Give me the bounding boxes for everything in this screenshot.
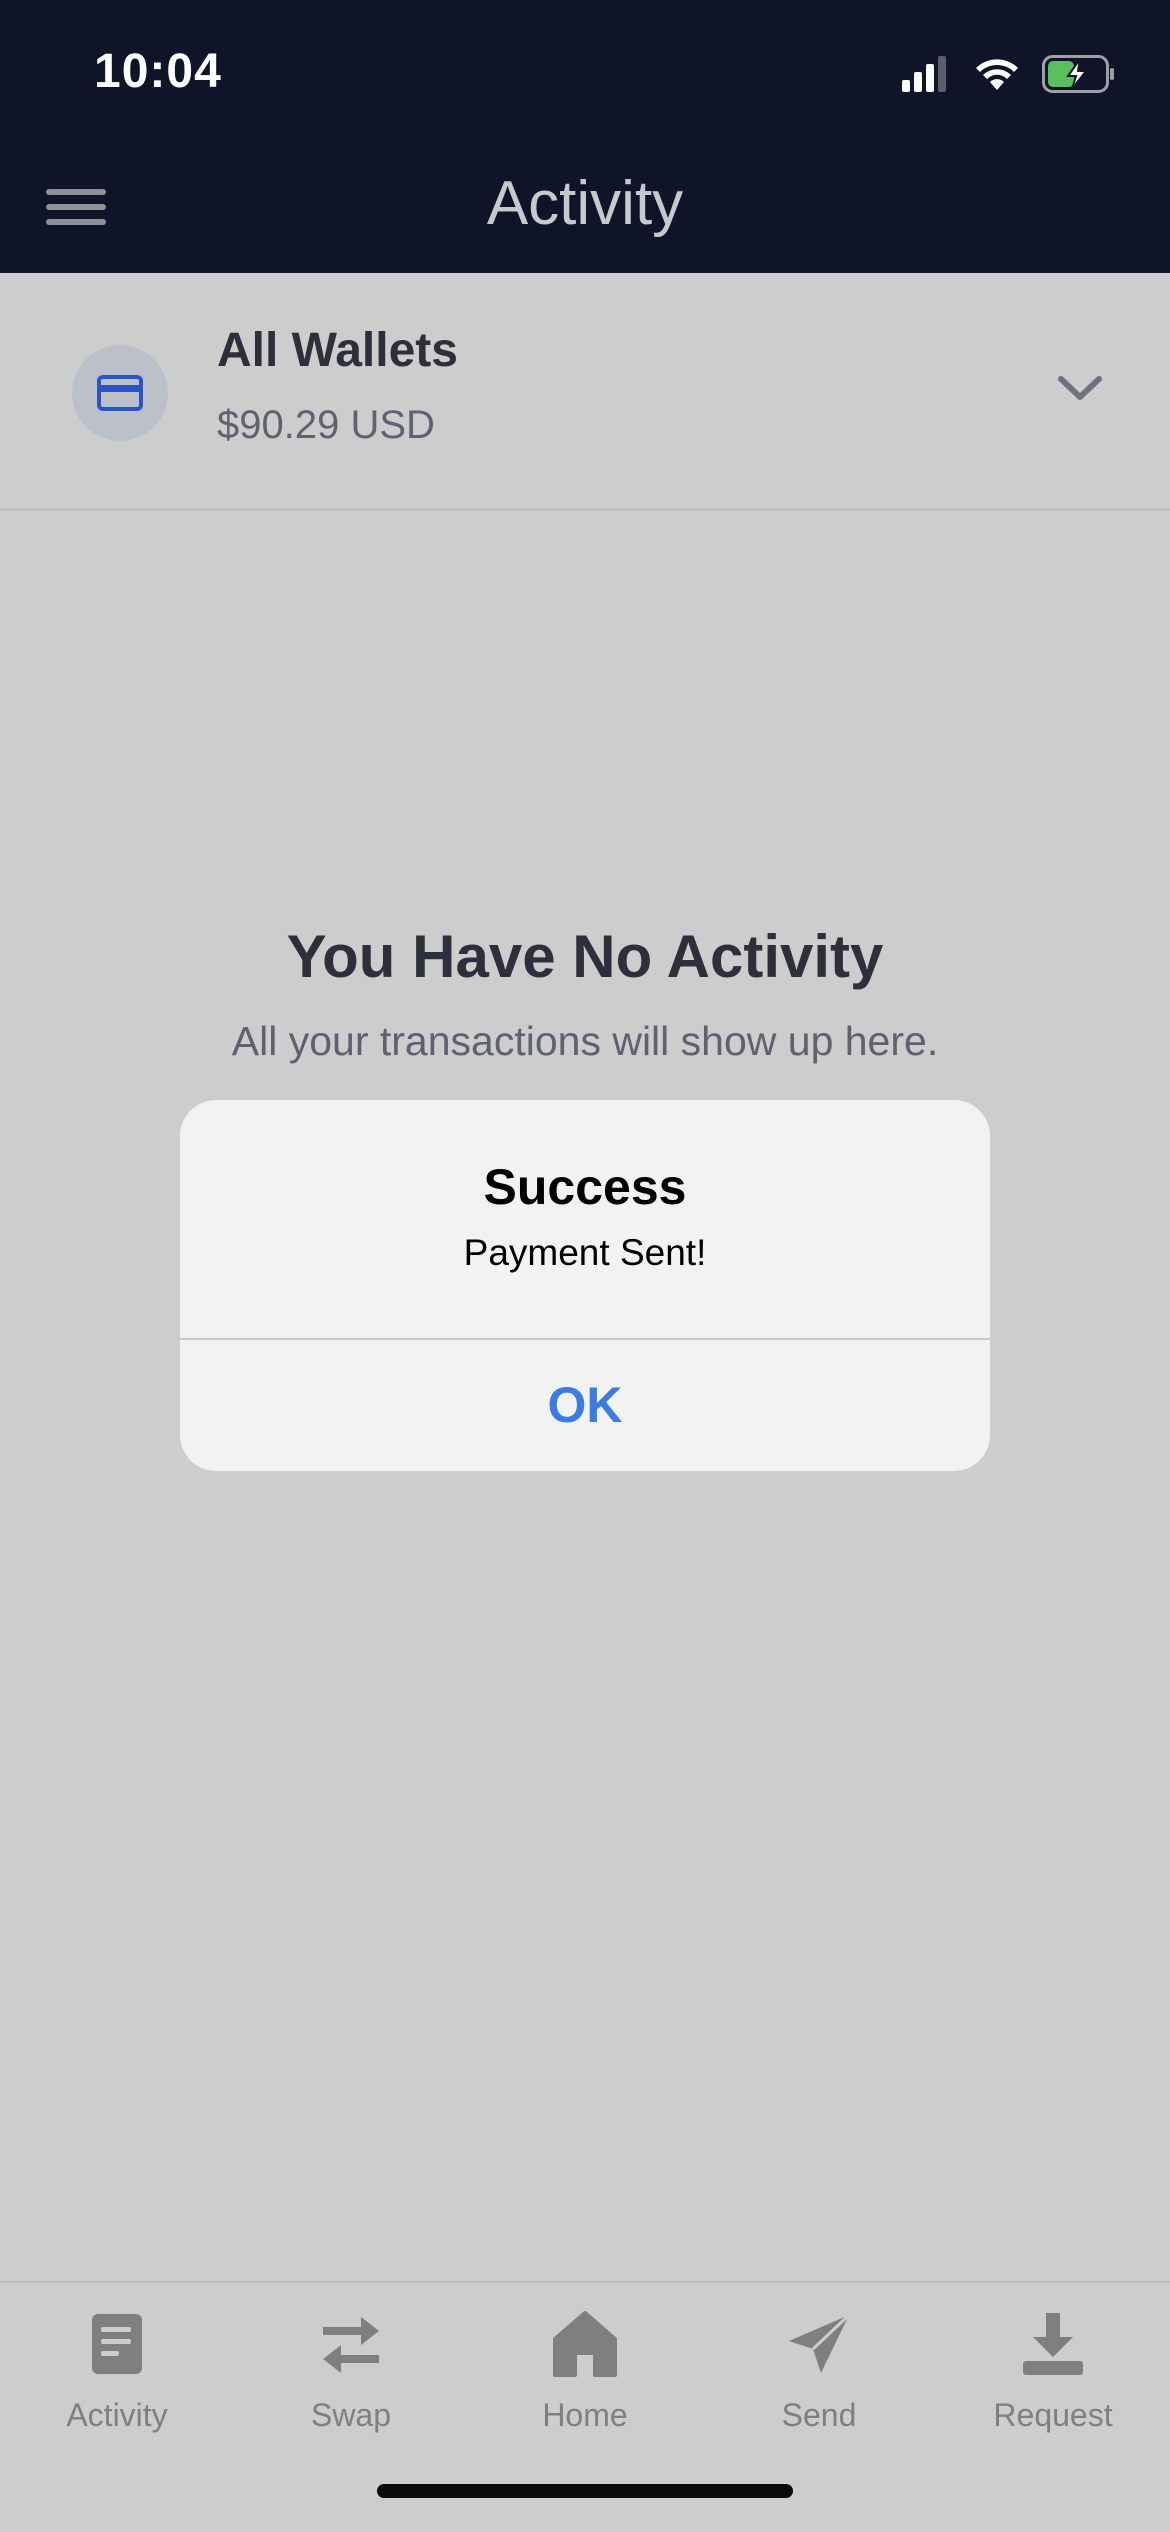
chevron-down-icon[interactable]: [1057, 373, 1103, 403]
empty-state-title: You Have No Activity: [286, 923, 884, 990]
swap-arrows-icon: [323, 2317, 379, 2373]
tab-label: Request: [993, 2397, 1113, 2433]
status-icons: [902, 52, 1116, 96]
home-indicator: [377, 2484, 793, 2498]
page-title: Activity: [486, 169, 684, 238]
home-icon: [553, 2311, 617, 2377]
nav-bar: Activity: [0, 150, 1170, 273]
alert-message: Payment Sent!: [463, 1232, 707, 1273]
tab-activity[interactable]: Activity: [0, 2309, 234, 2449]
tab-request[interactable]: Request: [936, 2309, 1170, 2449]
status-bar: 10:04: [0, 0, 1170, 150]
empty-state-subtitle: All your transactions will show up here.: [231, 1018, 939, 1064]
ok-button[interactable]: OK: [180, 1340, 990, 1471]
tab-label: Home: [542, 2397, 628, 2433]
paper-plane-icon: [789, 2313, 851, 2373]
battery-charging-icon: [1042, 55, 1114, 93]
wifi-icon: [976, 59, 1018, 90]
status-time: 10:04: [94, 45, 222, 98]
tab-home[interactable]: Home: [468, 2309, 702, 2449]
tab-label: Swap: [310, 2397, 392, 2433]
tab-label: Activity: [66, 2397, 168, 2433]
wallet-selector[interactable]: All Wallets $90.29 USD: [0, 273, 1170, 511]
success-alert-dialog: Success Payment Sent! OK: [180, 1100, 990, 1471]
tab-send[interactable]: Send: [702, 2309, 936, 2449]
credit-card-icon: [72, 345, 168, 441]
tab-label: Send: [781, 2397, 857, 2433]
wallet-balance: $90.29 USD: [217, 403, 435, 447]
tab-swap[interactable]: Swap: [234, 2309, 468, 2449]
cellular-signal-icon: [902, 56, 946, 92]
wallet-name: All Wallets: [217, 324, 458, 377]
document-icon: [92, 2314, 142, 2374]
alert-title: Success: [483, 1159, 687, 1215]
download-tray-icon: [1023, 2313, 1083, 2375]
